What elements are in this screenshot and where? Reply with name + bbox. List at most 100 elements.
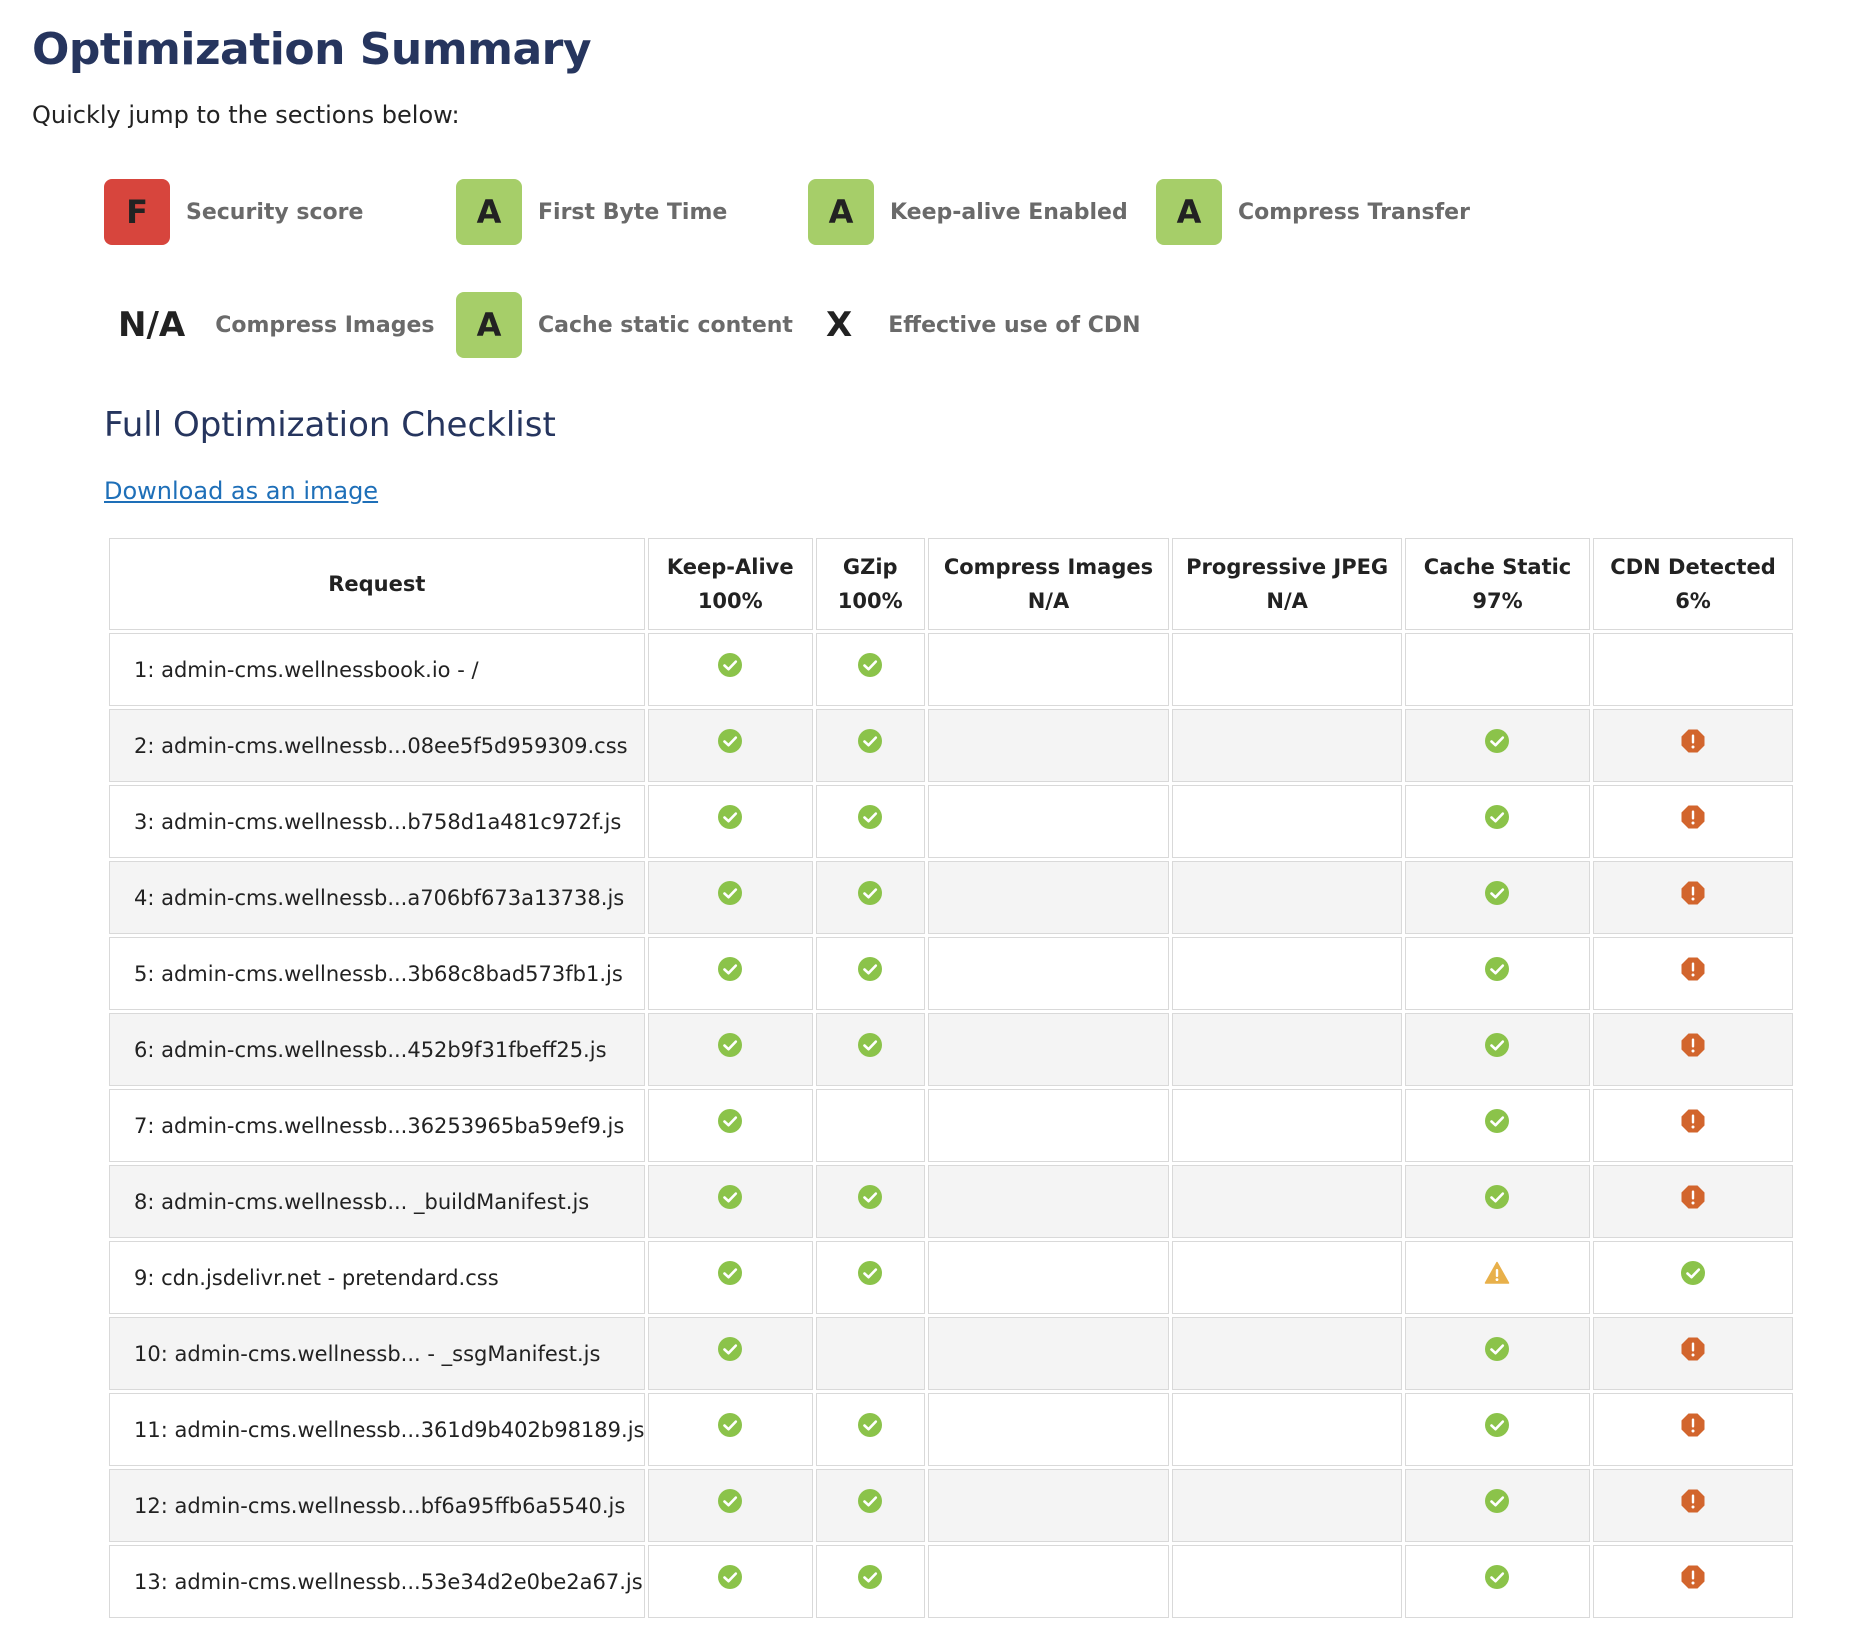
grade-first-byte-time[interactable]: A First Byte Time (456, 179, 808, 245)
request-cell: 10: admin-cms.wellnessb... - _ssgManifes… (109, 1317, 645, 1390)
table-row[interactable]: 7: admin-cms.wellnessb...36253965ba59ef9… (109, 1089, 1793, 1162)
page-title: Optimization Summary (32, 24, 592, 75)
check-circle-icon (717, 880, 743, 905)
grade-badge: X (826, 305, 853, 345)
check-circle-icon (717, 1108, 743, 1133)
cdn-status-cell (1593, 1241, 1793, 1314)
grade-badge: A (808, 179, 874, 245)
table-row[interactable]: 12: admin-cms.wellnessb...bf6a95ffb6a554… (109, 1469, 1793, 1542)
check-circle-icon (717, 728, 743, 753)
request-cell: 5: admin-cms.wellnessb...3b68c8bad573fb1… (109, 937, 645, 1010)
check-circle-icon (1484, 1564, 1510, 1589)
request-cell: 7: admin-cms.wellnessb...36253965ba59ef9… (109, 1089, 645, 1162)
table-row[interactable]: 5: admin-cms.wellnessb...3b68c8bad573fb1… (109, 937, 1793, 1010)
table-row[interactable]: 9: cdn.jsdelivr.net - pretendard.css (109, 1241, 1793, 1314)
table-row[interactable]: 4: admin-cms.wellnessb...a706bf673a13738… (109, 861, 1793, 934)
gzip-status-cell (815, 1545, 925, 1618)
download-image-link[interactable]: Download as an image (104, 477, 378, 505)
cache-status-cell (1404, 785, 1591, 858)
table-row[interactable]: 11: admin-cms.wellnessb...361d9b402b9818… (109, 1393, 1793, 1466)
gzip-status-cell (815, 937, 925, 1010)
check-circle-icon (1680, 1260, 1706, 1285)
warning-triangle-icon (1484, 1260, 1510, 1284)
cdn-status-cell (1593, 1393, 1793, 1466)
column-header-gzip[interactable]: GZip 100% (815, 538, 925, 630)
column-header-progressive-jpeg[interactable]: Progressive JPEG N/A (1172, 538, 1402, 630)
table-row[interactable]: 3: admin-cms.wellnessb...b758d1a481c972f… (109, 785, 1793, 858)
grade-summary: F Security score A First Byte Time A Kee… (104, 179, 1830, 358)
compress-status-cell (927, 1393, 1170, 1466)
grade-keep-alive-enabled[interactable]: A Keep-alive Enabled (808, 179, 1156, 245)
column-name: Compress Images (943, 555, 1154, 579)
column-header-request[interactable]: Request (109, 538, 645, 630)
alert-octagon-icon (1680, 804, 1706, 829)
compress-status-cell (927, 1469, 1170, 1542)
check-circle-icon (717, 1564, 743, 1589)
cdn-status-cell (1593, 1469, 1793, 1542)
cache-status-cell (1404, 861, 1591, 934)
gzip-status-cell (815, 709, 925, 782)
checklist-table: Request Keep-Alive 100% GZip 100% Compress… (106, 535, 1796, 1621)
grade-compress-images[interactable]: N/A Compress Images (104, 292, 456, 358)
grade-badge: F (104, 179, 170, 245)
grade-effective-use-of-cdn[interactable]: X Effective use of CDN (808, 292, 1156, 358)
grade-compress-transfer[interactable]: A Compress Transfer (1156, 179, 1470, 245)
column-header-compress-images[interactable]: Compress Images N/A (927, 538, 1170, 630)
keepalive-status-cell (647, 709, 813, 782)
keepalive-status-cell (647, 1469, 813, 1542)
cdn-status-cell (1593, 861, 1793, 934)
table-row[interactable]: 13: admin-cms.wellnessb...53e34d2e0be2a6… (109, 1545, 1793, 1618)
cdn-status-cell (1593, 1165, 1793, 1238)
progressive-status-cell (1172, 937, 1402, 1010)
column-header-cache-static[interactable]: Cache Static 97% (1404, 538, 1591, 630)
check-circle-icon (857, 1412, 883, 1437)
compress-status-cell (927, 633, 1170, 706)
alert-octagon-icon (1680, 1336, 1706, 1361)
grade-label: First Byte Time (538, 199, 728, 225)
cache-status-cell (1404, 1545, 1591, 1618)
column-name: Cache Static (1423, 555, 1572, 579)
table-row[interactable]: 8: admin-cms.wellnessb... _buildManifest… (109, 1165, 1793, 1238)
keepalive-status-cell (647, 785, 813, 858)
table-row[interactable]: 6: admin-cms.wellnessb...452b9f31fbeff25… (109, 1013, 1793, 1086)
column-score: N/A (1027, 589, 1070, 613)
cdn-status-cell (1593, 785, 1793, 858)
check-circle-icon (717, 1488, 743, 1513)
checklist-heading: Full Optimization Checklist (104, 405, 556, 445)
alert-octagon-icon (1680, 1108, 1706, 1133)
table-row[interactable]: 10: admin-cms.wellnessb... - _ssgManifes… (109, 1317, 1793, 1390)
check-circle-icon (1484, 1108, 1510, 1133)
request-cell: 2: admin-cms.wellnessb...08ee5f5d959309.… (109, 709, 645, 782)
grade-badge: N/A (118, 305, 186, 345)
request-cell: 4: admin-cms.wellnessb...a706bf673a13738… (109, 861, 645, 934)
progressive-status-cell (1172, 1469, 1402, 1542)
table-row[interactable]: 2: admin-cms.wellnessb...08ee5f5d959309.… (109, 709, 1793, 782)
check-circle-icon (1484, 1032, 1510, 1057)
request-cell: 11: admin-cms.wellnessb...361d9b402b9818… (109, 1393, 645, 1466)
table-row[interactable]: 1: admin-cms.wellnessbook.io - / (109, 633, 1793, 706)
alert-octagon-icon (1680, 1184, 1706, 1209)
check-circle-icon (857, 956, 883, 981)
alert-octagon-icon (1680, 1032, 1706, 1057)
column-header-keep-alive[interactable]: Keep-Alive 100% (647, 538, 813, 630)
cdn-status-cell (1593, 709, 1793, 782)
column-score: 100% (697, 589, 763, 613)
column-header-cdn-detected[interactable]: CDN Detected 6% (1593, 538, 1793, 630)
check-circle-icon (717, 1412, 743, 1437)
alert-octagon-icon (1680, 728, 1706, 753)
grade-cache-static-content[interactable]: A Cache static content (456, 292, 808, 358)
check-circle-icon (857, 1032, 883, 1057)
check-circle-icon (1484, 880, 1510, 905)
cache-status-cell (1404, 1317, 1591, 1390)
check-circle-icon (1484, 1488, 1510, 1513)
gzip-status-cell (815, 1165, 925, 1238)
gzip-status-cell (815, 785, 925, 858)
check-circle-icon (1484, 956, 1510, 981)
progressive-status-cell (1172, 1393, 1402, 1466)
compress-status-cell (927, 937, 1170, 1010)
column-score: 100% (837, 589, 903, 613)
check-circle-icon (717, 1184, 743, 1209)
progressive-status-cell (1172, 709, 1402, 782)
grade-security-score[interactable]: F Security score (104, 179, 456, 245)
gzip-status-cell (815, 1089, 925, 1162)
